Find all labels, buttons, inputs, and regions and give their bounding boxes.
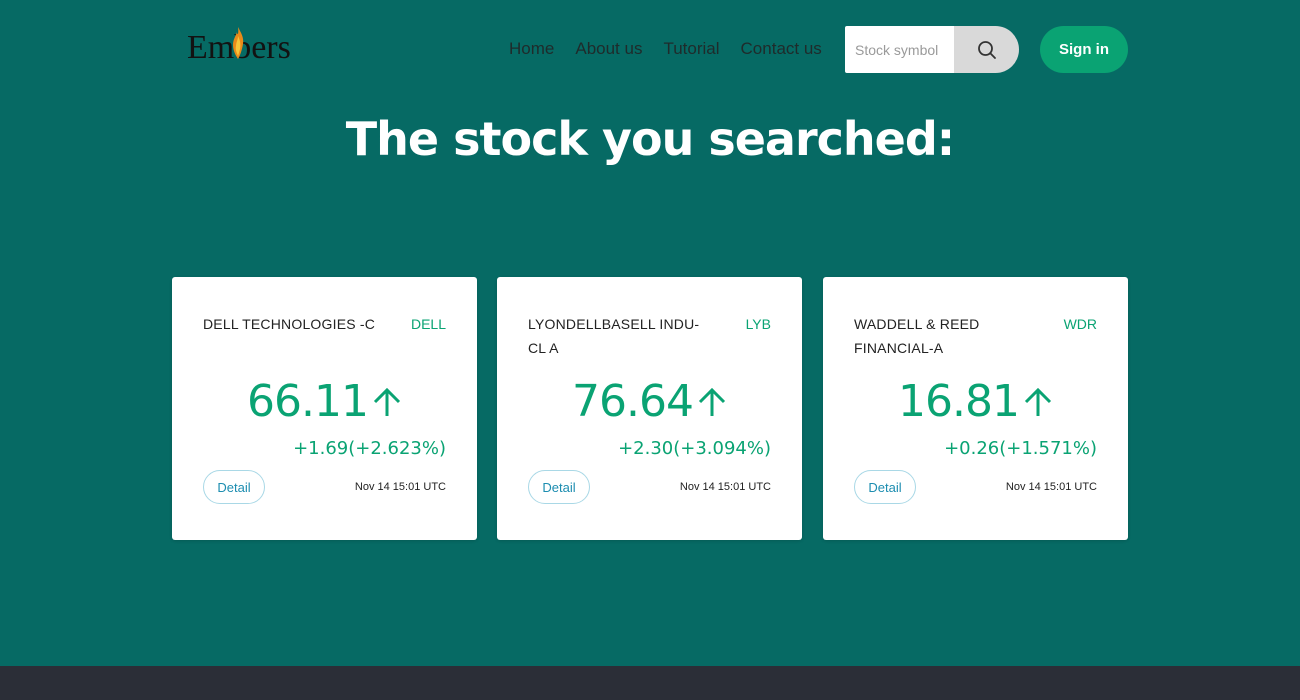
stock-symbol: LYB [745,316,771,332]
price-row: 66.11 [172,375,477,429]
stock-name: DELL TECHNOLOGIES -C [203,316,376,332]
sign-in-button[interactable]: Sign in [1040,26,1128,73]
search-icon [977,40,996,59]
nav-contact-link[interactable]: Contact us [741,36,822,62]
arrow-up-icon [373,387,401,416]
price-row: 16.81 [823,375,1128,429]
arrow-up-icon [698,387,726,416]
detail-button[interactable]: Detail [854,470,916,504]
nav-about-link[interactable]: About us [575,36,642,62]
stock-card: DELL TECHNOLOGIES -C DELL 66.11 +1.69(+2… [172,277,477,540]
stock-card: WADDELL & REED FINANCIAL-A WDR 16.81 +0.… [823,277,1128,540]
flame-icon [233,27,244,59]
nav-home-link[interactable]: Home [509,36,554,62]
stock-price: 16.81 [898,376,1020,427]
footer [0,666,1300,700]
stock-name: LYONDELLBASELL INDU-CL A [528,316,700,356]
price-row: 76.64 [497,375,802,429]
stock-name: WADDELL & REED FINANCIAL-A [854,316,980,356]
main-nav: Home About us Tutorial Contact us [509,36,843,62]
update-time: Nov 14 15:01 UTC [679,481,771,493]
stock-symbol-input[interactable] [845,26,954,73]
stock-card: LYONDELLBASELL INDU-CL A LYB 76.64 +2.30… [497,277,802,540]
price-change: +2.30(+3.094%) [618,438,771,459]
arrow-up-icon [1024,387,1052,416]
price-change: +1.69(+2.623%) [293,438,446,459]
nav-tutorial-link[interactable]: Tutorial [663,36,719,62]
search-button[interactable] [954,26,1019,73]
detail-button[interactable]: Detail [203,470,265,504]
logo[interactable]: Embers [187,27,291,68]
update-time: Nov 14 15:01 UTC [354,481,446,493]
update-time: Nov 14 15:01 UTC [1005,481,1097,493]
stock-price: 66.11 [247,376,369,427]
price-change: +0.26(+1.571%) [944,438,1097,459]
stock-symbol: DELL [410,316,446,332]
stock-search [845,26,1019,73]
page-title: The stock you searched: [345,112,955,166]
stock-price: 76.64 [572,376,694,427]
detail-button[interactable]: Detail [528,470,590,504]
stock-symbol: WDR [1063,316,1097,332]
